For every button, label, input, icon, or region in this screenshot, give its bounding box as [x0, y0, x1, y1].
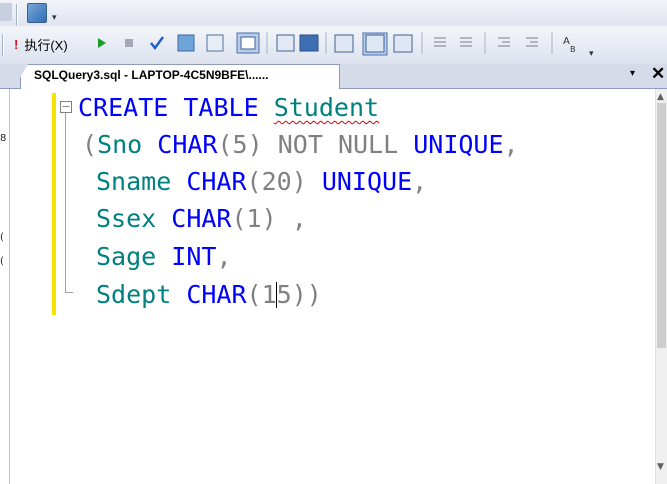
uncomment-icon	[460, 37, 472, 47]
pane-edge-glyph: 8	[0, 133, 7, 144]
type-int: INT	[171, 242, 217, 271]
keyword-not: NOT	[277, 130, 323, 159]
outline-guide-end	[65, 292, 73, 293]
toolbar-overflow-icon: ▾	[589, 49, 594, 59]
type-length: (1)	[231, 204, 277, 233]
outline-guide	[65, 113, 66, 293]
keyword-unique: UNIQUE	[321, 167, 413, 196]
toolbar-icons: A B ▾	[98, 32, 594, 59]
scroll-up-icon[interactable]: ▲	[657, 92, 664, 102]
parse-check-icon	[150, 36, 165, 51]
code-line-5: Sage INT,	[96, 238, 232, 275]
scrollbar-thumb[interactable]	[657, 103, 666, 348]
diagram-icon[interactable]	[27, 3, 47, 23]
pane-edge-glyph: (	[0, 232, 4, 243]
pane-edge-glyph: (	[0, 256, 4, 267]
script-icon[interactable]	[0, 3, 12, 21]
comma: ,	[216, 242, 232, 271]
object-explorer-edge: 8 ( (	[0, 89, 10, 484]
comma: ,	[503, 130, 519, 159]
results-grid-toggle-icon	[365, 34, 385, 53]
column-sno: Sno	[97, 130, 143, 159]
code-line-3: Sname CHAR(20) UNIQUE,	[96, 163, 427, 200]
results-to-icon	[177, 34, 195, 52]
increase-indent-icon	[526, 37, 538, 47]
table-name: Student	[273, 93, 380, 122]
tab-title: SQLQuery3.sql - LAPTOP-4C5N9BFE\......	[34, 68, 269, 82]
keyword-null: NULL	[337, 130, 399, 159]
decrease-indent-icon	[498, 37, 510, 47]
svg-text:B: B	[570, 45, 576, 54]
column-ssex: Ssex	[96, 204, 157, 233]
specify-values-icon: A B	[563, 36, 576, 54]
type-char: CHAR	[186, 167, 247, 196]
svg-text:A: A	[563, 36, 570, 47]
results-text-icon	[334, 34, 354, 53]
results-file-icon	[393, 34, 413, 53]
keyword-unique: UNIQUE	[413, 130, 504, 159]
code-line-6: Sdept CHAR(15))	[96, 276, 322, 313]
comma: ,	[412, 167, 428, 196]
keyword-create: CREATE	[78, 93, 169, 122]
keyword-table: TABLE	[183, 93, 259, 122]
stop-icon	[125, 39, 133, 47]
query-plan-icon	[206, 34, 224, 52]
collapse-outline-icon[interactable]: −	[60, 101, 72, 113]
type-length-end: 5))	[276, 280, 322, 309]
type-char: CHAR	[186, 280, 247, 309]
toolbar-top: ▾	[0, 0, 667, 26]
code-line-1: CREATE TABLE Student	[78, 89, 379, 126]
tab-close-icon[interactable]: ✕	[651, 64, 665, 84]
column-sdept: Sdept	[96, 280, 172, 309]
code-line-2: (Sno CHAR(5) NOT NULL UNIQUE,	[82, 126, 519, 163]
include-stats-icon	[276, 34, 295, 52]
tab-dropdown-icon[interactable]: ▾	[630, 68, 635, 79]
change-tracking-bar	[52, 93, 56, 315]
column-sname: Sname	[96, 167, 172, 196]
paren-open: (	[82, 130, 98, 159]
debug-run-icon	[98, 38, 106, 48]
comment-out-icon	[434, 37, 446, 47]
results-grid-icon	[299, 34, 319, 52]
scroll-down-icon[interactable]: ▼	[657, 462, 664, 472]
type-length-start: (1	[246, 280, 277, 309]
type-length: (5)	[217, 130, 263, 159]
type-char: CHAR	[171, 204, 232, 233]
type-length: (20)	[246, 167, 307, 196]
column-sage: Sage	[96, 242, 157, 271]
toolbar-separator	[16, 4, 18, 26]
type-char: CHAR	[157, 130, 218, 159]
comma: ,	[291, 204, 307, 233]
toolbar-overflow-icon[interactable]: ▾	[52, 14, 57, 23]
code-line-4: Ssex CHAR(1) ,	[96, 200, 307, 237]
